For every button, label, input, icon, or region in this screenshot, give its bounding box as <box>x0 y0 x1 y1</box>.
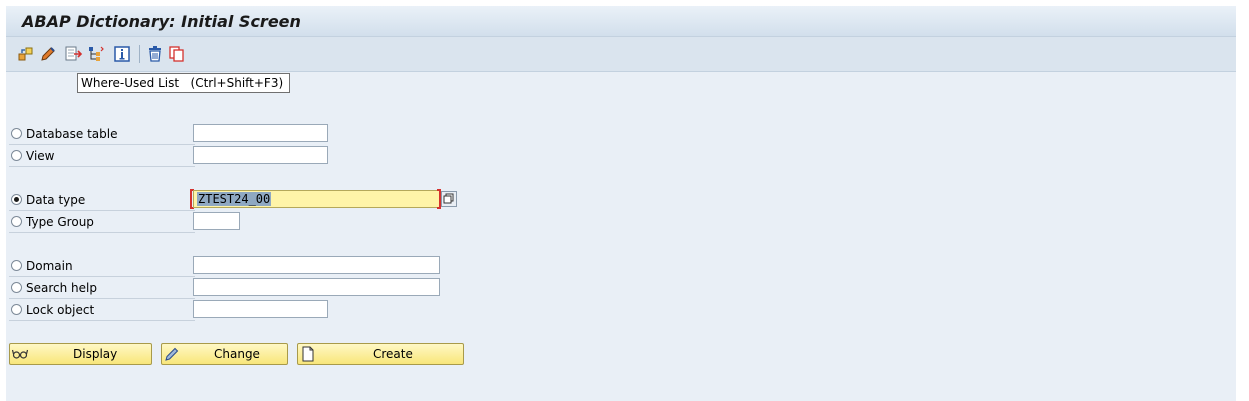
sap-window: ABAP Dictionary: Initial Screen Database… <box>0 0 1249 401</box>
option-label: Search help <box>26 281 97 295</box>
radio-database-table[interactable] <box>11 128 22 139</box>
radio-lock-object[interactable] <box>11 304 22 315</box>
radio-search-help[interactable] <box>11 282 22 293</box>
domain-input[interactable] <box>193 256 440 274</box>
create-button-label: Create <box>373 347 413 361</box>
lock-object-input[interactable] <box>193 300 328 318</box>
radio-data-type[interactable] <box>11 194 22 205</box>
new-document-icon <box>302 346 314 362</box>
change-button[interactable]: Change <box>161 343 288 365</box>
view-input[interactable] <box>193 146 328 164</box>
radio-view[interactable] <box>11 150 22 161</box>
data-type-input[interactable]: ZTEST24_00 <box>193 190 440 208</box>
value-help-button[interactable] <box>441 191 457 207</box>
option-data-type[interactable]: Data type <box>9 190 195 211</box>
main-content: Database table View Data type ZTEST24_00 <box>6 72 1236 401</box>
create-button[interactable]: Create <box>297 343 464 365</box>
other-object-icon[interactable] <box>17 45 35 63</box>
option-label: Lock object <box>26 303 95 317</box>
display-button-label: Display <box>73 347 118 361</box>
option-label: Data type <box>26 193 86 207</box>
toolbar-separator <box>139 45 140 63</box>
option-label: Domain <box>26 259 73 273</box>
data-type-value: ZTEST24_00 <box>197 192 272 206</box>
option-domain[interactable]: Domain <box>9 256 195 277</box>
type-group-input[interactable] <box>193 212 240 230</box>
hierarchy-icon[interactable] <box>87 45 105 63</box>
info-icon[interactable] <box>113 45 131 63</box>
edit-pencil-icon[interactable] <box>39 45 57 63</box>
tooltip: Where-Used List (Ctrl+Shift+F3) <box>77 73 291 93</box>
where-used-list-icon[interactable] <box>65 45 83 63</box>
option-label: View <box>26 149 55 163</box>
radio-type-group[interactable] <box>11 216 22 227</box>
option-lock-object[interactable]: Lock object <box>9 300 195 321</box>
change-button-label: Change <box>214 347 260 361</box>
option-search-help[interactable]: Search help <box>9 278 195 299</box>
application-toolbar <box>6 37 1236 72</box>
copy-icon[interactable] <box>168 45 186 63</box>
option-label: Type Group <box>26 215 94 229</box>
search-help-input[interactable] <box>193 278 440 296</box>
delete-icon[interactable] <box>146 45 164 63</box>
database-table-input[interactable] <box>193 124 328 142</box>
pencil-icon <box>165 347 179 361</box>
option-database-table[interactable]: Database table <box>9 124 195 145</box>
value-help-icon <box>443 193 454 204</box>
title-bar: ABAP Dictionary: Initial Screen <box>6 6 1236 37</box>
display-button[interactable]: Display <box>9 343 152 365</box>
option-view[interactable]: View <box>9 146 195 167</box>
glasses-icon <box>12 349 28 359</box>
option-label: Database table <box>26 127 118 141</box>
option-type-group[interactable]: Type Group <box>9 212 195 233</box>
radio-domain[interactable] <box>11 260 22 271</box>
page-title: ABAP Dictionary: Initial Screen <box>22 12 301 31</box>
